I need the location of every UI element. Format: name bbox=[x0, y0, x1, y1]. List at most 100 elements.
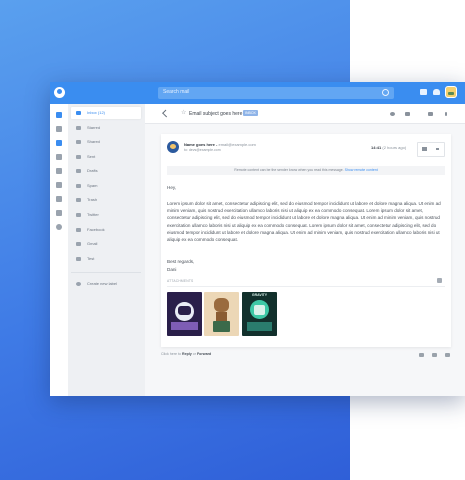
create-label-text: Create new label bbox=[87, 281, 118, 286]
print-icon[interactable] bbox=[428, 112, 433, 116]
bell-icon[interactable] bbox=[433, 89, 440, 95]
greeting: Hey, bbox=[167, 185, 177, 190]
label-icon bbox=[76, 257, 81, 261]
inbox-icon bbox=[76, 111, 81, 115]
forward-icon[interactable] bbox=[445, 353, 450, 357]
show-remote-content-link[interactable]: Show remote content bbox=[345, 168, 378, 172]
attachment-thumbnail-2[interactable] bbox=[204, 292, 239, 336]
reply-split-button[interactable] bbox=[417, 142, 445, 157]
list-rail-icon[interactable] bbox=[56, 154, 62, 160]
remote-content-notice: Remote content can be the sender know wh… bbox=[167, 166, 445, 175]
folder-trash[interactable]: Trash bbox=[71, 194, 141, 206]
folder-divider bbox=[71, 272, 141, 273]
folder-rail-icon[interactable] bbox=[56, 140, 62, 146]
top-bar: Search mail bbox=[50, 82, 465, 104]
sender-name: Name goes here bbox=[184, 142, 215, 147]
folder-spam[interactable]: Spam bbox=[71, 180, 141, 192]
search-bar[interactable]: Search mail bbox=[158, 87, 394, 99]
folder-label: Twitter bbox=[87, 212, 99, 217]
folder-inbox[interactable]: Inbox (12) bbox=[71, 107, 141, 119]
plus-icon bbox=[76, 282, 81, 286]
label-icon bbox=[76, 213, 81, 217]
email-body-paragraph: Lorem ipsum dolor sit amet, consectetur … bbox=[167, 201, 441, 243]
search-icon[interactable] bbox=[382, 89, 389, 96]
email-time: 14:41 (2 hours ago) bbox=[371, 145, 406, 150]
signature: Dani bbox=[167, 267, 177, 272]
delete-icon[interactable] bbox=[405, 112, 410, 116]
sender-avatar bbox=[167, 141, 179, 153]
chat-rail-icon[interactable] bbox=[56, 168, 62, 174]
folder-label: Inbox (12) bbox=[87, 110, 106, 115]
signoff: Best regards, bbox=[167, 259, 195, 264]
folder-label: Starred bbox=[87, 125, 101, 130]
email-subject: Email subject goes here bbox=[189, 111, 243, 117]
attachments-divider bbox=[167, 286, 445, 287]
more-vertical-icon[interactable] bbox=[445, 112, 447, 116]
folder-shared[interactable]: Shared bbox=[71, 136, 141, 148]
label-icon bbox=[76, 228, 81, 232]
attachment-thumbnail-3[interactable]: GRAVITY bbox=[242, 292, 277, 336]
folder-facebook[interactable]: Facebook bbox=[71, 224, 141, 236]
folder-gmail[interactable]: Gmail bbox=[71, 238, 141, 250]
draft-icon bbox=[76, 169, 81, 173]
reply-icon-footer[interactable] bbox=[419, 353, 424, 357]
folder-drafts[interactable]: Drafts bbox=[71, 165, 141, 177]
folder-label: Spam bbox=[87, 183, 98, 188]
calendar-rail-icon-2[interactable] bbox=[56, 196, 62, 202]
email-card: Name goes here - email@example.com to: d… bbox=[161, 134, 451, 347]
spam-icon bbox=[76, 184, 81, 188]
attachment-title: GRAVITY bbox=[251, 293, 268, 297]
folder-label: Shared bbox=[87, 139, 100, 144]
back-arrow-icon[interactable] bbox=[162, 109, 170, 118]
folder-test[interactable]: Test bbox=[71, 253, 141, 265]
info-icon[interactable] bbox=[390, 112, 395, 116]
calendar-rail-icon[interactable] bbox=[56, 126, 62, 132]
reply-all-icon[interactable] bbox=[432, 353, 437, 357]
search-placeholder: Search mail bbox=[163, 89, 190, 95]
forward-link[interactable]: Forward bbox=[197, 352, 211, 356]
star-icon bbox=[76, 126, 81, 130]
download-all-icon[interactable] bbox=[437, 278, 442, 283]
time-ago: (2 hours ago) bbox=[382, 145, 407, 150]
time-value: 14:41 bbox=[371, 145, 382, 150]
reply-forward-prompt: Click here to Reply or Forward bbox=[161, 352, 211, 356]
notice-text: Remote content can be the sender know wh… bbox=[234, 168, 344, 172]
folder-label: Drafts bbox=[87, 168, 98, 173]
app-logo[interactable] bbox=[54, 87, 65, 98]
trash-icon bbox=[76, 198, 81, 202]
sender-line: Name goes here - email@example.com bbox=[184, 142, 256, 147]
folder-starred[interactable]: Starred bbox=[71, 122, 141, 134]
chat-icon[interactable] bbox=[420, 89, 427, 95]
mail-window: Search mail Drive Inbox (12) Starred Sha… bbox=[50, 82, 465, 396]
shared-icon bbox=[76, 140, 81, 144]
label-icon bbox=[76, 242, 81, 246]
footer-or: or bbox=[192, 352, 196, 356]
folder-label: Facebook bbox=[87, 227, 105, 232]
contacts-rail-icon[interactable] bbox=[56, 182, 62, 188]
folder-sent[interactable]: Sent bbox=[71, 151, 141, 163]
chevron-down-icon bbox=[436, 148, 439, 150]
folder-label: Sent bbox=[87, 154, 96, 159]
icon-rail bbox=[50, 104, 68, 396]
file-rail-icon[interactable] bbox=[56, 210, 62, 216]
folder-label: Trash bbox=[87, 197, 98, 202]
recipient-line: to: devs@example.com bbox=[184, 148, 221, 152]
attachments-label: ATTACHMENTS bbox=[167, 279, 194, 283]
message-header: ☆ Email subject goes here INBOX bbox=[145, 104, 465, 124]
message-view: ☆ Email subject goes here INBOX Name goe… bbox=[145, 104, 465, 396]
mail-rail-icon[interactable] bbox=[56, 112, 62, 118]
user-avatar[interactable] bbox=[445, 86, 457, 98]
sender-email: email@example.com bbox=[218, 142, 256, 147]
settings-rail-icon[interactable] bbox=[56, 224, 62, 230]
folder-badge: INBOX bbox=[243, 110, 258, 116]
reply-link[interactable]: Reply bbox=[182, 352, 192, 356]
folder-twitter[interactable]: Twitter bbox=[71, 209, 141, 221]
reply-icon bbox=[422, 147, 427, 151]
folder-label: Test bbox=[87, 256, 95, 261]
footer-prefix: Click here to bbox=[161, 352, 181, 356]
send-icon bbox=[76, 155, 81, 159]
folder-list: Inbox (12) Starred Shared Sent Drafts Sp… bbox=[68, 104, 145, 396]
attachment-thumbnail-1[interactable] bbox=[167, 292, 202, 336]
create-label-button[interactable]: Create new label bbox=[71, 278, 141, 290]
star-toggle-icon[interactable]: ☆ bbox=[181, 109, 186, 116]
